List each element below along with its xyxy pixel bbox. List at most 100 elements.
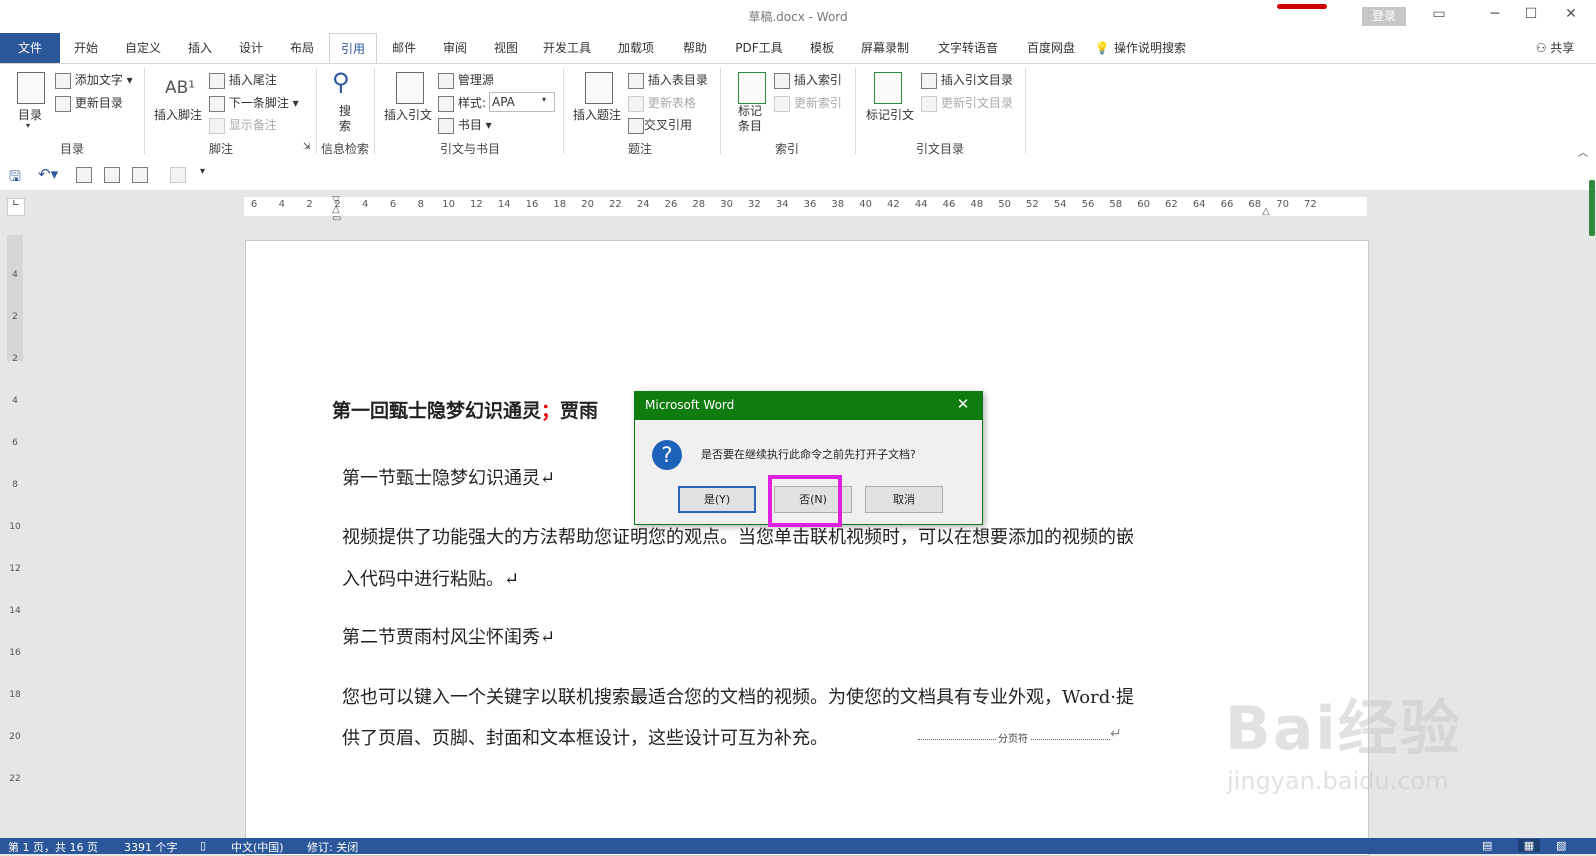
ruler-number: 4 (362, 199, 369, 210)
tab-home[interactable]: 开始 (64, 33, 108, 63)
tab-layout[interactable]: 布局 (282, 33, 322, 63)
tab-baidu-netdisk[interactable]: 百度网盘 (1018, 33, 1084, 63)
insert-toa-icon (921, 72, 937, 89)
collapse-ribbon-icon[interactable]: ︿ (1578, 144, 1588, 159)
ruler-number: 70 (1276, 199, 1289, 210)
bibliography-button[interactable]: 书目 ▾ (438, 116, 492, 134)
tab-custom[interactable]: 自定义 (118, 33, 168, 63)
toolbar-icon-4[interactable] (170, 167, 186, 183)
heading-1[interactable]: 第一回甄士隐梦幻识通灵；贾雨 (332, 396, 598, 423)
insert-footnote-button[interactable]: 插入脚注 (154, 106, 202, 123)
next-footnote-button[interactable]: 下一条脚注 ▾ (209, 94, 299, 112)
save-icon[interactable]: 🖫 (9, 166, 21, 190)
insert-index-button[interactable]: 插入索引 (774, 71, 842, 89)
yes-button[interactable]: 是(Y) (678, 486, 756, 513)
tab-screen-record[interactable]: 屏幕录制 (852, 33, 918, 63)
update-table-button[interactable]: 更新表格 (628, 94, 696, 112)
bibliography-label: 书目 (457, 118, 482, 132)
heading-2-section-2[interactable]: 第二节贾雨村风尘怀闺秀↵ (342, 623, 555, 649)
group-label-research: 信息检索 (320, 142, 369, 156)
manage-sources-button[interactable]: 管理源 (438, 71, 494, 89)
insert-citation-button[interactable]: 插入引文 (384, 106, 432, 123)
tab-developer[interactable]: 开发工具 (537, 33, 597, 63)
indent-marker-icon[interactable]: ▽ △ ▭ (332, 196, 342, 224)
horizontal-ruler[interactable]: 6 4 2 2 4 6 8 10 12 14 16 18 20 22 24 26 28 30 32 34 36 38 40 4… (244, 197, 1367, 216)
tell-me-search[interactable]: 操作说明搜索 (1114, 33, 1214, 63)
tab-mailings[interactable]: 邮件 (384, 33, 424, 63)
mark-entry-icon (738, 72, 766, 104)
style-icon (438, 95, 454, 112)
status-words[interactable]: 3391 个字 (124, 839, 178, 855)
group-divider (855, 68, 856, 154)
watermark-brand: Bai经验 (1225, 694, 1462, 764)
tab-text-to-speech[interactable]: 文字转语音 (928, 33, 1008, 63)
close-icon[interactable]: ✕ (1556, 6, 1586, 26)
toolbar-icon-3[interactable] (132, 167, 148, 183)
tab-review[interactable]: 审阅 (435, 33, 475, 63)
heading-2-section-1[interactable]: 第一节甄士隐梦幻识通灵↵ (342, 464, 555, 490)
mark-citation-button[interactable]: 标记引文 (866, 106, 914, 123)
undo-icon[interactable]: ↶▾ (38, 165, 58, 183)
proofing-icon[interactable]: ▯ (200, 839, 206, 852)
paragraph-mark: ↵ (1110, 726, 1122, 742)
paragraph-2-line-1[interactable]: 您也可以键入一个关键字以联机搜索最适合您的文档的视频。为使您的文档具有专业外观，… (342, 683, 1134, 709)
insert-tof-button[interactable]: 插入表目录 (628, 71, 708, 89)
tab-selector-icon[interactable]: ∟ (7, 198, 25, 216)
ruler-number: 26 (664, 199, 678, 210)
status-language[interactable]: 中文(中国) (231, 839, 284, 855)
cancel-button[interactable]: 取消 (865, 486, 943, 513)
dialog-close-icon[interactable]: ✕ (953, 395, 973, 413)
update-toa-button[interactable]: 更新引文目录 (921, 94, 1013, 112)
toc-dropdown-icon[interactable]: ▾ (26, 121, 30, 130)
group-label-toc: 目录 (59, 142, 84, 156)
insert-toa-button[interactable]: 插入引文目录 (921, 71, 1013, 89)
status-track-changes[interactable]: 修订: 关闭 (307, 839, 358, 855)
minimize-icon[interactable]: ─ (1480, 6, 1510, 26)
toolbar-icon-2[interactable] (104, 167, 120, 183)
tab-design[interactable]: 设计 (231, 33, 271, 63)
read-mode-icon[interactable]: ▤ (1482, 839, 1492, 852)
right-indent-marker-icon[interactable]: △ (1262, 206, 1270, 217)
tab-insert[interactable]: 插入 (180, 33, 220, 63)
toolbar-icon-1[interactable] (76, 167, 92, 183)
dialog-launcher-icon[interactable]: ⇲ (303, 142, 311, 152)
show-notes-button[interactable]: 显示备注 (209, 116, 277, 134)
web-layout-icon[interactable]: ▧ (1556, 839, 1566, 852)
style-select[interactable]: APA ▾ (489, 92, 555, 112)
manage-sources-label: 管理源 (457, 73, 494, 87)
update-index-button[interactable]: 更新索引 (774, 94, 842, 112)
ruler-number: 66 (1220, 199, 1234, 210)
customize-qat-icon[interactable]: ▾ (200, 166, 205, 177)
mark-entry-button[interactable]: 标记 条目 (738, 104, 762, 134)
cross-reference-button[interactable]: 交叉引用 (628, 116, 692, 134)
login-button[interactable]: 登录 (1362, 7, 1406, 26)
paragraph-1-line-2[interactable]: 入代码中进行粘贴。↵ (342, 565, 519, 591)
add-text-button[interactable]: 添加文字 ▾ (55, 71, 133, 89)
print-layout-icon[interactable]: ▦ (1518, 839, 1540, 852)
group-divider (374, 68, 375, 154)
vertical-scrollbar[interactable] (1589, 180, 1595, 236)
style-label-text: 样式: (457, 96, 486, 110)
tab-references[interactable]: 引用 (329, 33, 377, 64)
window-title: 草稿.docx - Word (748, 10, 848, 24)
lightbulb-icon: 💡 (1094, 41, 1110, 55)
paragraph-1-line-1[interactable]: 视频提供了功能强大的方法帮助您证明您的观点。当您单击联机视频时，可以在想要添加的… (342, 523, 1134, 549)
update-toc-button[interactable]: 更新目录 (55, 94, 123, 112)
tab-pdf-tools[interactable]: PDF工具 (728, 33, 790, 63)
ribbon-display-icon[interactable]: ▭ (1424, 6, 1454, 26)
tab-templates[interactable]: 模板 (802, 33, 842, 63)
tab-help[interactable]: 帮助 (675, 33, 715, 63)
vertical-ruler[interactable]: 4 2 2 4 6 8 10 12 14 16 18 20 22 (7, 235, 23, 854)
next-footnote-label: 下一条脚注 (228, 96, 289, 110)
share-button[interactable]: ⚇ 共享 (1530, 33, 1580, 63)
insert-endnote-button[interactable]: 插入尾注 (209, 71, 277, 89)
status-page[interactable]: 第 1 页，共 16 页 (8, 839, 98, 855)
tab-view[interactable]: 视图 (486, 33, 526, 63)
tab-addins[interactable]: 加载项 (611, 33, 661, 63)
paragraph-2-line-2[interactable]: 供了页眉、页脚、封面和文本框设计，这些设计可互为补充。 (342, 724, 828, 750)
research-search-button[interactable]: 搜 索 (339, 104, 351, 134)
tab-file[interactable]: 文件 (0, 33, 60, 63)
maximize-icon[interactable]: ☐ (1516, 6, 1546, 26)
chevron-down-icon: ▾ (542, 95, 547, 104)
insert-caption-button[interactable]: 插入题注 (573, 106, 621, 123)
